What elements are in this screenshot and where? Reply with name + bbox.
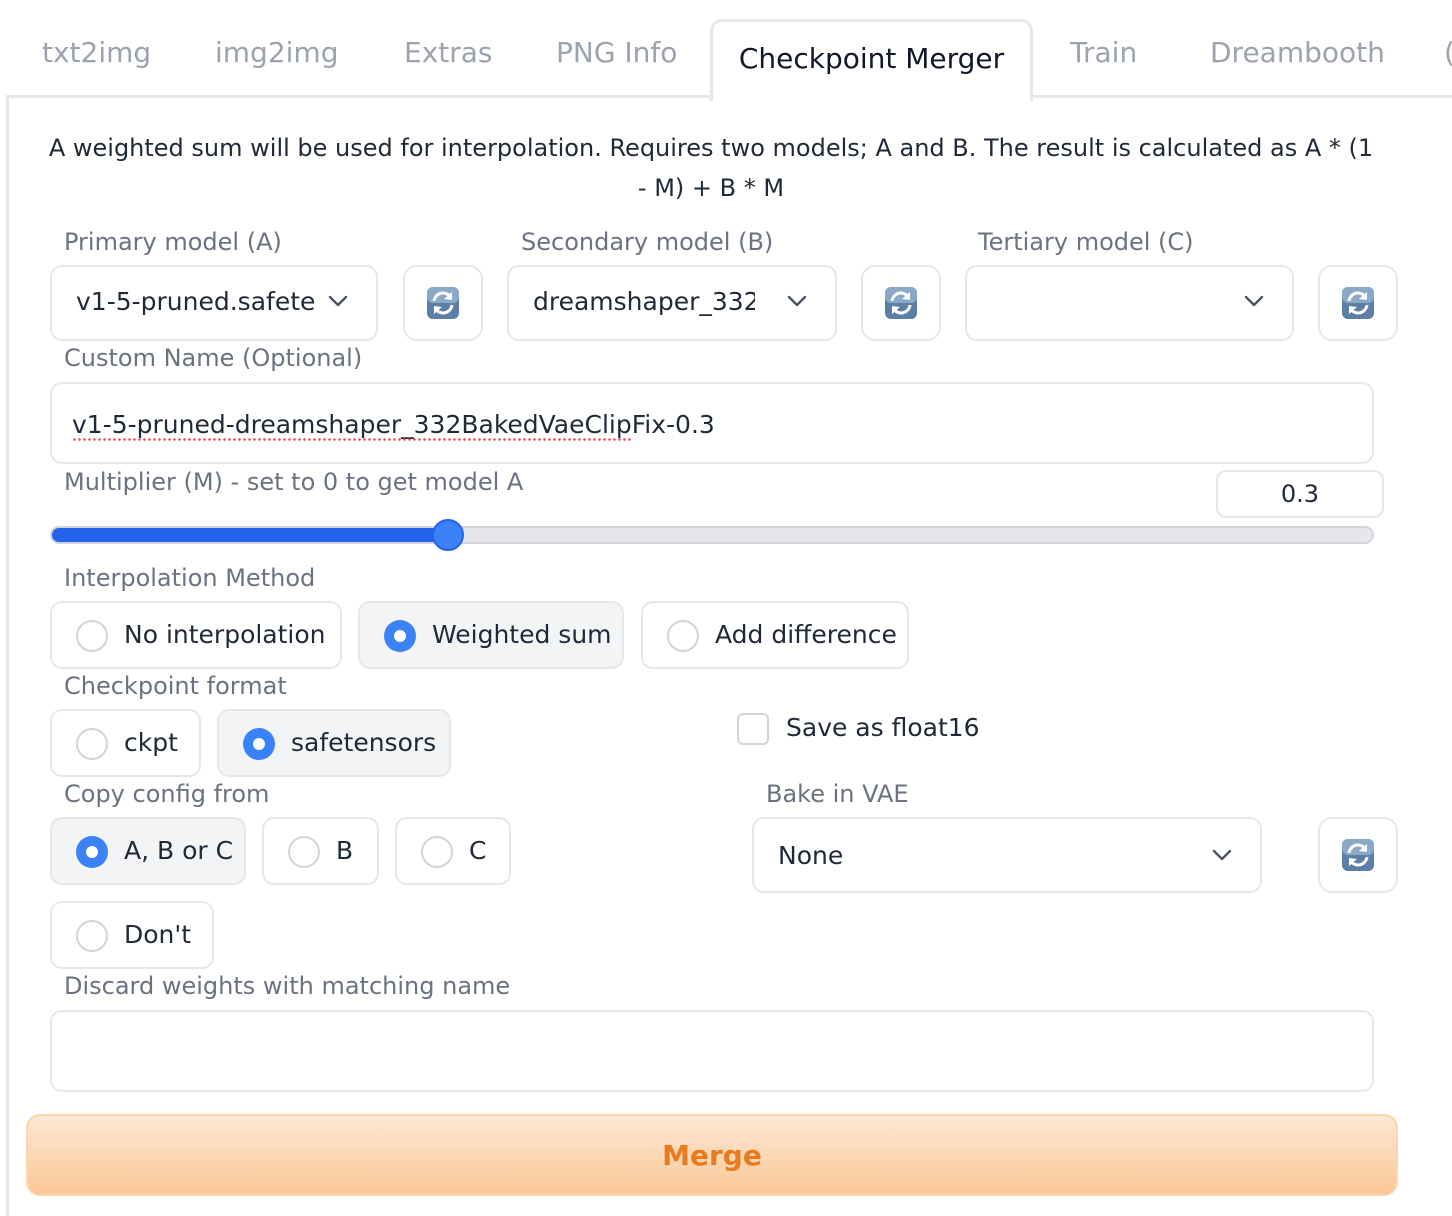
refresh-vae-button[interactable] (1318, 817, 1398, 893)
tab-png-info[interactable]: PNG Info (556, 36, 677, 69)
radio-circle (76, 620, 108, 652)
tertiary-model-dropdown[interactable] (965, 265, 1294, 341)
description-text: A weighted sum will be used for interpol… (48, 134, 1374, 202)
refresh-primary-button[interactable] (403, 265, 483, 341)
radio-add-difference[interactable]: Add difference (641, 601, 909, 669)
bake-vae-value: None (778, 841, 844, 870)
radio-a-b-or-c[interactable]: A, B or C (50, 817, 246, 885)
radio-circle-selected (243, 728, 275, 760)
tab-dreambooth[interactable]: Dreambooth (1210, 36, 1385, 69)
radio-ckpt[interactable]: ckpt (50, 709, 201, 777)
multiplier-number-input[interactable]: 0.3 (1216, 470, 1384, 518)
chevron-down-icon (1244, 295, 1264, 307)
radio-dont[interactable]: Don't (50, 901, 214, 969)
bake-vae-label: Bake in VAE (766, 780, 909, 808)
radio-label: Weighted sum (432, 620, 612, 649)
radio-label: No interpolation (124, 620, 326, 649)
tab-bar: txt2img img2img Extras PNG Info Checkpoi… (0, 0, 1452, 101)
tab-checkpoint-merger[interactable]: Checkpoint Merger (710, 19, 1033, 101)
radio-label: B (336, 836, 354, 865)
refresh-tertiary-button[interactable] (1318, 265, 1398, 341)
custom-name-label: Custom Name (Optional) (64, 344, 363, 372)
refresh-icon (885, 287, 917, 319)
radio-label: A, B or C (124, 836, 234, 865)
save-float16-checkbox[interactable] (737, 713, 769, 745)
copy-config-label: Copy config from (64, 780, 270, 808)
refresh-icon (427, 287, 459, 319)
multiplier-slider[interactable] (50, 519, 1374, 551)
radio-no-interpolation[interactable]: No interpolation (50, 601, 342, 669)
tab-overflow[interactable]: ( (1444, 36, 1452, 69)
radio-circle-selected (76, 836, 108, 868)
secondary-model-dropdown[interactable]: dreamshaper_332E (507, 265, 837, 341)
custom-name-value: v1-5-pruned-dreamshaper_332BakedVaeClipF… (72, 410, 715, 439)
radio-label: Don't (124, 920, 192, 949)
radio-circle (421, 836, 453, 868)
radio-label: safetensors (291, 728, 437, 757)
interpolation-method-label: Interpolation Method (64, 564, 316, 592)
tab-img2img[interactable]: img2img (215, 36, 338, 69)
primary-model-value: v1-5-pruned.safete (76, 287, 316, 316)
primary-model-dropdown[interactable]: v1-5-pruned.safete (50, 265, 378, 341)
refresh-secondary-button[interactable] (861, 265, 941, 341)
radio-weighted-sum[interactable]: Weighted sum (358, 601, 624, 669)
tab-extras[interactable]: Extras (404, 36, 493, 69)
radio-b[interactable]: B (262, 817, 379, 885)
refresh-icon (1342, 839, 1374, 871)
primary-model-label: Primary model (A) (64, 228, 282, 256)
multiplier-label: Multiplier (M) - set to 0 to get model A (64, 468, 524, 496)
slider-fill (52, 528, 448, 542)
radio-circle (667, 620, 699, 652)
radio-label: Add difference (715, 620, 897, 649)
radio-circle-selected (384, 620, 416, 652)
secondary-model-value: dreamshaper_332E (533, 287, 755, 316)
radio-label: C (469, 836, 487, 865)
save-float16-label: Save as float16 (786, 713, 980, 742)
merge-button[interactable]: Merge (26, 1114, 1398, 1196)
custom-name-input[interactable]: v1-5-pruned-dreamshaper_332BakedVaeClipF… (50, 382, 1374, 464)
radio-c[interactable]: C (395, 817, 511, 885)
tab-txt2img[interactable]: txt2img (42, 36, 151, 69)
chevron-down-icon (328, 295, 348, 307)
tab-train[interactable]: Train (1070, 36, 1137, 69)
radio-circle (288, 836, 320, 868)
radio-safetensors[interactable]: safetensors (217, 709, 451, 777)
refresh-icon (1342, 287, 1374, 319)
chevron-down-icon (1212, 849, 1232, 861)
discard-weights-label: Discard weights with matching name (64, 972, 511, 1000)
checkpoint-format-label: Checkpoint format (64, 672, 287, 700)
tertiary-model-label: Tertiary model (C) (978, 228, 1194, 256)
chevron-down-icon (787, 295, 807, 307)
radio-label: ckpt (124, 728, 178, 757)
spellcheck-underline (72, 438, 632, 441)
radio-circle (76, 920, 108, 952)
secondary-model-label: Secondary model (B) (521, 228, 774, 256)
bake-vae-dropdown[interactable]: None (752, 817, 1262, 893)
radio-circle (76, 728, 108, 760)
slider-thumb[interactable] (432, 519, 464, 551)
discard-weights-input[interactable] (50, 1010, 1374, 1092)
